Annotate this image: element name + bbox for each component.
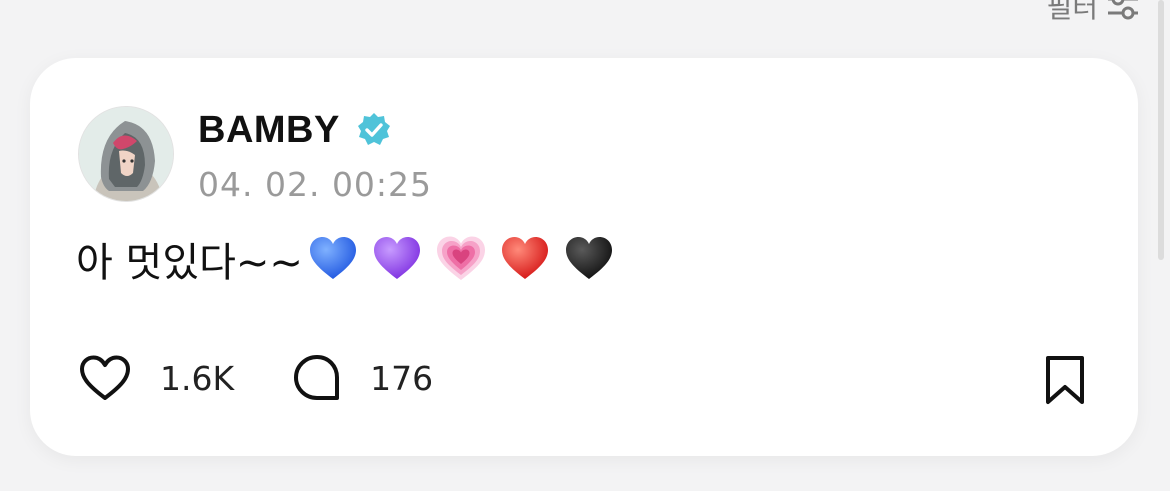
post-body: 아 멋있다~~ bbox=[76, 231, 615, 287]
comment-bubble-icon bbox=[294, 355, 340, 400]
post-card: BAMBY 04. 02. 00:25 아 멋있다~~ 1.6K 176 bbox=[30, 58, 1138, 456]
heart-outline-icon bbox=[80, 355, 130, 400]
filter-hint[interactable]: 필터 bbox=[1046, 0, 1140, 26]
action-bar: 1.6K 176 bbox=[78, 348, 491, 408]
heart-pulse-emoji bbox=[436, 236, 485, 280]
avatar[interactable] bbox=[78, 106, 174, 202]
purple-heart-emoji bbox=[373, 237, 420, 279]
red-heart-emoji bbox=[501, 237, 548, 279]
bookmark-button[interactable] bbox=[1042, 354, 1088, 411]
post-text: 아 멋있다~~ bbox=[76, 240, 303, 286]
author-name[interactable]: BAMBY bbox=[198, 108, 340, 152]
comment-count: 176 bbox=[370, 358, 434, 398]
sliders-icon bbox=[1108, 0, 1138, 20]
blue-heart-emoji bbox=[309, 237, 356, 279]
like-button[interactable]: 1.6K bbox=[78, 354, 234, 402]
post-timestamp: 04. 02. 00:25 bbox=[198, 165, 433, 204]
like-count: 1.6K bbox=[160, 358, 235, 398]
emoji-row bbox=[307, 233, 615, 285]
scrollbar[interactable] bbox=[1158, 0, 1164, 260]
comment-button[interactable]: 176 bbox=[292, 353, 433, 403]
bookmark-outline-icon bbox=[1046, 356, 1084, 404]
avatar-image bbox=[79, 107, 173, 201]
filter-label: 필터 bbox=[1046, 0, 1098, 24]
black-heart-emoji bbox=[565, 237, 612, 279]
verified-badge-icon bbox=[358, 113, 390, 145]
